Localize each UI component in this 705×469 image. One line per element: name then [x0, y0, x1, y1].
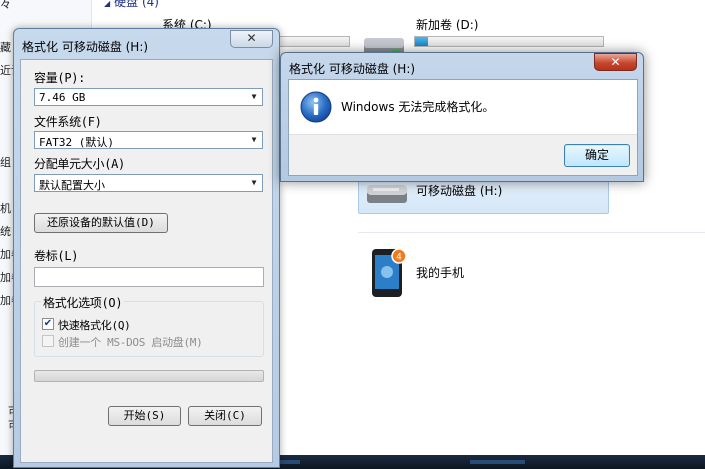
close-button[interactable]: 关闭(C) [188, 406, 262, 426]
checkmark-icon: ✔ [43, 318, 53, 329]
msdos-startup-label: 创建一个 MS-DOS 启动盘(M) [58, 336, 203, 349]
dropdown-arrow-icon: ▼ [251, 135, 257, 144]
dropdown-arrow-icon: ▼ [251, 178, 257, 187]
filesystem-label: 文件系统(F) [34, 115, 102, 129]
capacity-select[interactable]: 7.46 GB ▼ [34, 88, 263, 106]
capacity-label: 容量(P): [34, 71, 86, 85]
filesystem-select[interactable]: FAT32 (默认) ▼ [34, 131, 263, 149]
phone-device-icon[interactable]: 4 [368, 247, 408, 299]
taskbar-decoration [470, 460, 525, 464]
phone-device-label[interactable]: 我的手机 [416, 264, 464, 281]
drive-group-header[interactable]: ◢ 硬盘 (4) [104, 0, 159, 10]
drive-d-usage-bar [414, 36, 604, 47]
message-box-title: 格式化 可移动磁盘 (H:) [289, 62, 416, 76]
start-button[interactable]: 开始(S) [108, 406, 181, 426]
error-message-box: 格式化 可移动磁盘 (H:) ✕ Windows 无法完成格式化。 确定 [280, 52, 644, 182]
removable-drive-icon [367, 185, 407, 203]
nav-item[interactable]: 组 [0, 154, 11, 170]
format-dialog-close-button[interactable]: ✕ [230, 30, 273, 48]
message-area: Windows 无法完成格式化。 [289, 80, 637, 135]
allocation-unit-label: 分配单元大小(A) [34, 157, 125, 171]
section-divider [358, 232, 705, 233]
info-icon [300, 91, 332, 123]
drive-d-usage-fill [415, 37, 429, 46]
allocation-unit-select[interactable]: 默认配置大小 ▼ [34, 174, 263, 192]
msdos-startup-checkbox[interactable] [42, 335, 54, 347]
nav-item[interactable]: 机 [0, 200, 11, 216]
format-dialog: 格式化 可移动磁盘 (H:) ✕ 容量(P): 7.46 GB ▼ 文件系统(F… [13, 28, 280, 468]
format-dialog-title: 格式化 可移动磁盘 (H:) [22, 40, 149, 54]
error-message-text: Windows 无法完成格式化。 [341, 100, 495, 114]
nav-item[interactable]: 藏 [0, 39, 11, 55]
format-options-label: 格式化选项(O) [41, 294, 125, 311]
format-dialog-body: 容量(P): 7.46 GB ▼ 文件系统(F) FAT32 (默认) ▼ 分配… [20, 59, 273, 463]
quick-format-label[interactable]: 快速格式化(Q) [58, 317, 131, 333]
volume-label-input[interactable] [34, 267, 264, 287]
dropdown-arrow-icon: ▼ [251, 92, 257, 101]
collapse-triangle-icon: ◢ [104, 0, 111, 8]
drive-h-label: 可移动磁盘 (H:) [416, 184, 503, 198]
format-dialog-titlebar[interactable]: 格式化 可移动磁盘 (H:) ✕ [14, 29, 279, 55]
restore-defaults-button[interactable]: 还原设备的默认值(D) [34, 213, 168, 233]
message-box-body: Windows 无法完成格式化。 确定 [288, 79, 638, 176]
message-box-close-button[interactable]: ✕ [594, 53, 637, 71]
nav-item[interactable]: 统 [0, 223, 11, 239]
nav-item[interactable]: 々 [0, 0, 11, 12]
phone-badge: 4 [396, 253, 402, 263]
quick-format-checkbox[interactable]: ✔ [42, 318, 54, 330]
format-progress-bar [34, 370, 264, 382]
drive-d-label[interactable]: 新加卷 (D:) [416, 16, 478, 33]
volume-label-label: 卷标(L) [34, 249, 79, 263]
ok-button[interactable]: 确定 [564, 144, 630, 167]
